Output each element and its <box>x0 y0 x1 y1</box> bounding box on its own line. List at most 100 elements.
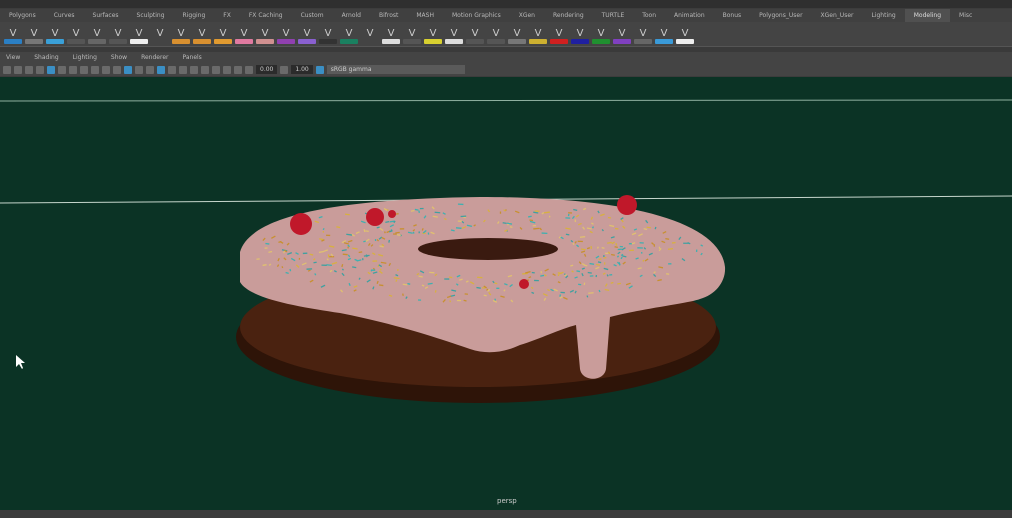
shelf-tool-icon[interactable]: V <box>613 24 631 44</box>
viewport-menu-bar: View Shading Lighting Show Renderer Panels <box>0 52 1012 63</box>
shelf-tool-icon[interactable]: V <box>655 24 673 44</box>
viewport-menu-item[interactable]: View <box>6 54 20 61</box>
viewport-menu-item[interactable]: Renderer <box>141 54 168 61</box>
shelf-tool-icon[interactable]: V <box>487 24 505 44</box>
shelf-tool-icon[interactable]: V <box>172 24 190 44</box>
shelf-tool-icon[interactable]: V <box>88 24 106 44</box>
gate-mask-icon[interactable] <box>80 65 88 74</box>
shelf-tool-icon[interactable]: V <box>25 24 43 44</box>
exposure-field[interactable]: 0.00 <box>256 65 278 74</box>
shelf-tab[interactable]: Polygons <box>0 9 45 22</box>
donut[interactable] <box>236 195 726 403</box>
donut-hole <box>418 238 558 260</box>
viewport-menu-item[interactable]: Show <box>111 54 127 61</box>
shelf-tab[interactable]: XGen <box>510 9 544 22</box>
viewport-menu-item[interactable]: Panels <box>182 54 201 61</box>
shelf-tool-icon[interactable]: V <box>571 24 589 44</box>
shelf-tool-icon[interactable]: V <box>193 24 211 44</box>
shelf-tab[interactable]: Curves <box>45 9 84 22</box>
bottom-bar <box>0 510 1012 518</box>
shelf-tool-icon[interactable]: V <box>130 24 148 44</box>
shelf-tool-icon[interactable]: V <box>319 24 337 44</box>
shelf-tab[interactable]: Custom <box>292 9 333 22</box>
shelf-tab[interactable]: Toon <box>633 9 665 22</box>
shelf-tab[interactable]: Polygons_User <box>750 9 811 22</box>
shelf-tab[interactable]: XGen_User <box>812 9 863 22</box>
grid-icon[interactable] <box>47 65 55 74</box>
sprinkle <box>616 255 620 258</box>
shelf-tool-icon[interactable]: V <box>361 24 379 44</box>
shelf-tool-icon[interactable]: V <box>67 24 85 44</box>
shelf-tool-icon[interactable]: V <box>214 24 232 44</box>
shelf-tool-icon[interactable]: V <box>277 24 295 44</box>
shelf-tool-icon[interactable]: V <box>4 24 22 44</box>
sprinkle <box>385 221 390 224</box>
shelf-tab[interactable]: Misc <box>950 9 981 22</box>
shelf-tab[interactable]: Rigging <box>174 9 215 22</box>
camera-attributes-icon[interactable] <box>14 65 22 74</box>
shelf-tab[interactable]: Modeling <box>904 9 951 22</box>
lights-icon[interactable] <box>157 65 165 74</box>
wireframe-icon[interactable] <box>113 65 121 74</box>
shelf-tool-icon[interactable]: V <box>445 24 463 44</box>
shelf-tool-icon[interactable]: V <box>550 24 568 44</box>
sprinkle <box>463 299 467 302</box>
shelf-tool-icon[interactable]: V <box>508 24 526 44</box>
shelf-tool-icon[interactable]: V <box>382 24 400 44</box>
shelf-tool-icon[interactable]: V <box>151 24 169 44</box>
shadows-icon[interactable] <box>168 65 176 74</box>
shelf-tab[interactable]: Animation <box>665 9 714 22</box>
select-camera-icon[interactable] <box>3 65 11 74</box>
shelf-tab[interactable]: Lighting <box>862 9 904 22</box>
gamma-field[interactable]: 1.00 <box>291 65 313 74</box>
sprinkle <box>614 246 618 248</box>
shelf-tab[interactable]: Rendering <box>544 9 593 22</box>
shelf-tab[interactable]: Motion Graphics <box>443 9 510 22</box>
shelf-tab[interactable]: FX Caching <box>240 9 292 22</box>
shelf-tool-icon[interactable]: V <box>592 24 610 44</box>
anti-aliasing-icon[interactable] <box>201 65 209 74</box>
shelf-tool-icon[interactable]: V <box>424 24 442 44</box>
shelf-tab[interactable]: FX <box>214 9 240 22</box>
resolution-gate-icon[interactable] <box>69 65 77 74</box>
shelf-tab[interactable]: Bifrost <box>370 9 407 22</box>
shelf-tab[interactable]: Sculpting <box>128 9 174 22</box>
textured-icon[interactable] <box>146 65 154 74</box>
shelf-tab[interactable]: Bonus <box>714 9 751 22</box>
shelf-tool-icon[interactable]: V <box>403 24 421 44</box>
shelf-tool-icon[interactable]: V <box>676 24 694 44</box>
sprinkle <box>309 253 314 256</box>
film-gate-icon[interactable] <box>58 65 66 74</box>
smooth-shade-icon[interactable] <box>124 65 132 74</box>
shelf-tab[interactable]: Surfaces <box>84 9 128 22</box>
shelf-tool-icon[interactable]: V <box>109 24 127 44</box>
image-plane-icon[interactable] <box>36 65 44 74</box>
viewport-menu-item[interactable]: Lighting <box>73 54 97 61</box>
safe-action-icon[interactable] <box>102 65 110 74</box>
ambient-occlusion-icon[interactable] <box>179 65 187 74</box>
bookmark-icon[interactable] <box>25 65 33 74</box>
sprinkle <box>522 272 529 275</box>
shelf-tool-icon[interactable]: V <box>256 24 274 44</box>
shelf-tool-icon[interactable]: V <box>235 24 253 44</box>
color-management-icon[interactable] <box>315 65 324 74</box>
shelf-tab[interactable]: TURTLE <box>593 9 634 22</box>
xray-joints-icon[interactable] <box>234 65 242 74</box>
shelf-tool-icon[interactable]: V <box>340 24 358 44</box>
viewport-persp[interactable]: persp <box>0 77 1012 510</box>
xray-icon[interactable] <box>223 65 231 74</box>
sprinkle <box>587 271 592 274</box>
view-transform-dropdown[interactable]: sRGB gamma <box>326 65 465 74</box>
shelf-tool-icon[interactable]: V <box>298 24 316 44</box>
shelf-tool-icon[interactable]: V <box>634 24 652 44</box>
shelf-tab[interactable]: Arnold <box>333 9 370 22</box>
isolate-select-icon[interactable] <box>212 65 220 74</box>
shelf-tool-icon[interactable]: V <box>46 24 64 44</box>
shelf-tool-icon[interactable]: V <box>466 24 484 44</box>
viewport-menu-item[interactable]: Shading <box>34 54 58 61</box>
default-material-icon[interactable] <box>135 65 143 74</box>
shelf-tab[interactable]: MASH <box>407 9 443 22</box>
shelf-tool-icon[interactable]: V <box>529 24 547 44</box>
field-chart-icon[interactable] <box>91 65 99 74</box>
motion-blur-icon[interactable] <box>190 65 198 74</box>
